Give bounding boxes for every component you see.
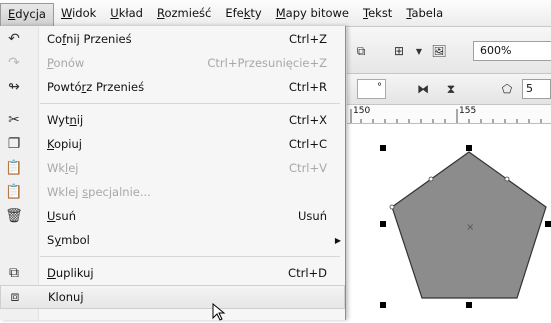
handle-middle-left <box>380 221 386 227</box>
handle-bottom-middle <box>466 302 472 308</box>
duplicate-icon: ⧉ <box>9 265 19 281</box>
paste-special-icon: 📋 <box>5 184 23 200</box>
menu-item-label: Wklej <box>47 161 79 175</box>
menu-item-shortcut: Ctrl+D <box>288 266 327 280</box>
horizontal-ruler: 150 155 <box>347 105 551 124</box>
menu-item-2[interactable]: ↬ Powtórz Przenieś Ctrl+R <box>0 75 345 99</box>
zoom-input[interactable]: 600% <box>473 41 551 61</box>
menu-item-label: Powtórz Przenieś <box>47 80 145 94</box>
handle-top-middle <box>466 145 472 151</box>
menu-item-label: Ponów <box>47 56 85 70</box>
image-icon[interactable]: 🖼 <box>429 41 449 61</box>
menubar-item-0[interactable]: Edycja <box>0 3 54 26</box>
menu-item-shortcut: Ctrl+Przesunięcie+Z <box>207 56 327 70</box>
menu-item-5[interactable]: ❐ Kopiuj Ctrl+C <box>0 132 345 156</box>
menubar-item-6[interactable]: Tekst <box>356 2 399 24</box>
menu-item-label: Symbol <box>47 233 90 247</box>
trash-icon: 🗑 <box>5 208 23 224</box>
undo-icon: ↶ <box>8 31 20 47</box>
center-mark: × <box>466 222 474 233</box>
submenu-arrow-icon: ▶ <box>334 235 341 245</box>
group-icon[interactable]: ⧉ <box>351 41 371 61</box>
menu-item-0[interactable]: ↶ Cofnij Przenieś Ctrl+Z <box>0 27 345 51</box>
vertex-node <box>504 176 510 182</box>
menu-item-shortcut: Ctrl+Z <box>289 32 327 46</box>
menu-bar: Edycja Widok Układ Rozmieść Efekty Mapy bitow… <box>0 0 551 27</box>
menu-item-1: ↷ Ponów Ctrl+Przesunięcie+Z <box>0 51 345 75</box>
menu-item-label: Klonuj <box>48 290 84 304</box>
mirror-h-icon[interactable]: ⧓ <box>413 79 433 99</box>
menu-item-label: Duplikuj <box>47 266 94 280</box>
menu-item-label: Wytnij <box>47 113 84 127</box>
angle-input[interactable]: ° <box>357 79 386 99</box>
chevron-down-icon[interactable]: ▼ <box>409 41 429 61</box>
handle-middle-right <box>545 221 551 227</box>
mirror-v-icon[interactable]: ⧗ <box>441 79 461 99</box>
menu-separator <box>40 103 340 104</box>
property-toolbar: ° ⧓ ⧗ ⬠ 5 <box>347 74 551 105</box>
menu-item-label: Cofnij Przenieś <box>47 32 132 46</box>
menu-item-label: Wklej specjalnie... <box>47 185 151 199</box>
menu-item-shortcut: Ctrl+R <box>288 80 327 94</box>
menu-item-6: 📋 Wklej Ctrl+V <box>0 156 345 180</box>
sides-input[interactable]: 5 <box>522 79 551 99</box>
menu-item-7: 📋 Wklej specjalnie... <box>0 180 345 204</box>
clone-icon: ⧈ <box>10 289 20 305</box>
scissors-icon: ✂ <box>8 112 20 128</box>
menubar-item-3[interactable]: Rozmieść <box>150 2 218 24</box>
top-toolbar: ⧉ ⊞ ▼ 🖼 600% <box>347 27 551 74</box>
drawing-canvas[interactable]: × <box>347 124 551 320</box>
menu-item-11[interactable]: ⧉ Duplikuj Ctrl+D <box>0 261 345 285</box>
menu-item-label: Usuń <box>47 209 76 223</box>
edit-menu-dropdown: ↶ Cofnij Przenieś Ctrl+Z ↷ Ponów Ctrl+Przesun… <box>0 26 346 320</box>
mouse-cursor-icon <box>212 303 226 321</box>
vertex-node <box>428 176 434 182</box>
menu-item-12[interactable]: ⧈ Klonuj <box>0 285 345 309</box>
menu-item-shortcut: Ctrl+X <box>289 113 327 127</box>
menu-item-shortcut: Usuń <box>298 209 327 223</box>
handle-bottom-left <box>380 302 386 308</box>
menubar-item-7[interactable]: Tabela <box>399 2 450 24</box>
repeat-icon: ↬ <box>8 79 20 95</box>
menu-separator <box>40 256 340 257</box>
vertex-node <box>389 204 395 210</box>
menubar-item-2[interactable]: Układ <box>103 2 150 24</box>
menu-item-shortcut: Ctrl+C <box>288 137 327 151</box>
menu-item-9[interactable]: Symbol ▶ <box>0 228 345 252</box>
handle-top-left <box>380 145 386 151</box>
polygon-icon: ⬠ <box>501 82 513 96</box>
redo-icon: ↷ <box>8 55 20 71</box>
menubar-item-1[interactable]: Widok <box>54 2 103 24</box>
menu-item-shortcut: Ctrl+V <box>289 161 327 175</box>
ruler-label-150: 150 <box>353 106 371 116</box>
menu-item-8[interactable]: 🗑 Usuń Usuń <box>0 204 345 228</box>
menu-item-label: Kopiuj <box>47 137 82 151</box>
menubar-item-4[interactable]: Efekty <box>218 2 268 24</box>
menubar-item-5[interactable]: Mapy bitowe <box>269 2 356 24</box>
align-icon[interactable]: ⊞ <box>389 41 409 61</box>
ruler-label-155: 155 <box>459 106 477 116</box>
copy-icon: ❐ <box>7 136 21 152</box>
menu-item-4[interactable]: ✂ Wytnij Ctrl+X <box>0 108 345 132</box>
paste-icon: 📋 <box>5 160 23 176</box>
